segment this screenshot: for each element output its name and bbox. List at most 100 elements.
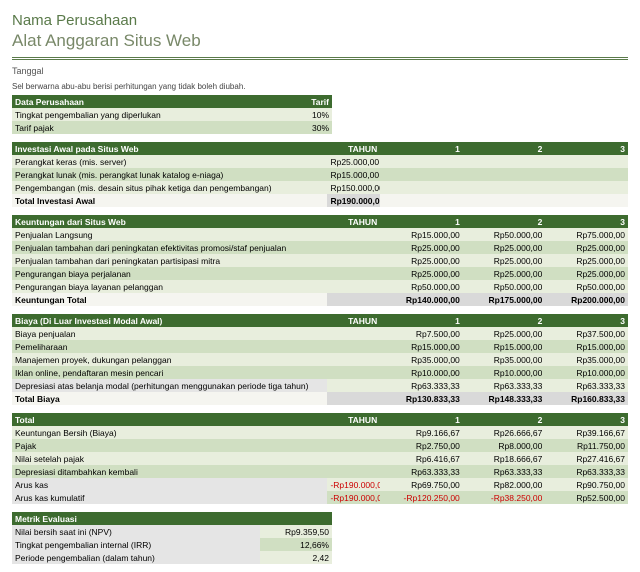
year-col: 1 <box>380 314 463 327</box>
row-label: Tarif pajak <box>12 121 260 134</box>
cell[interactable] <box>327 241 380 254</box>
cell[interactable]: Rp10.000,00 <box>545 366 628 379</box>
row-label: Pemeliharaan <box>12 340 327 353</box>
cell[interactable]: Rp15.000,00 <box>380 340 463 353</box>
total-label: Total Biaya <box>12 392 327 405</box>
benefits-table: Keuntungan dari Situs Web TAHUN 1 2 3 Pe… <box>12 215 628 306</box>
row-value[interactable]: 10% <box>260 108 332 121</box>
year-col: 3 <box>545 142 628 155</box>
metrics-table: Metrik Evaluasi Nilai bersih saat ini (N… <box>12 512 332 564</box>
row-label: Penjualan Langsung <box>12 228 327 241</box>
investment-table: Investasi Awal pada Situs Web TAHUN 1 2 … <box>12 142 628 207</box>
year-col: 2 <box>463 215 546 228</box>
cell[interactable] <box>327 465 380 478</box>
cell[interactable] <box>327 267 380 280</box>
costs-table: Biaya (Di Luar Investasi Modal Awal) TAH… <box>12 314 628 405</box>
cell: Rp90.750,00 <box>545 478 628 491</box>
row-label: Pajak <box>12 439 327 452</box>
cell[interactable] <box>327 426 380 439</box>
row-label: Periode pengembalian (dalam tahun) <box>12 551 260 564</box>
divider <box>12 57 628 60</box>
cell[interactable]: Rp25.000,00 <box>380 254 463 267</box>
row-label: Perangkat keras (mis. server) <box>12 155 327 168</box>
cell[interactable]: Rp2.750,00 <box>380 439 463 452</box>
row-label: Depresiasi atas belanja modal (perhitung… <box>12 379 327 392</box>
cell[interactable]: Rp35.000,00 <box>545 353 628 366</box>
cell[interactable]: Rp8.000,00 <box>463 439 546 452</box>
cell[interactable]: Rp15.000,00 <box>545 340 628 353</box>
cell[interactable]: Rp50.000,00 <box>463 228 546 241</box>
cell[interactable]: Rp63.333,33 <box>463 465 546 478</box>
cell[interactable]: Rp25.000,00 <box>463 254 546 267</box>
total-value: Rp190.000,00 <box>327 194 380 207</box>
cell[interactable]: Rp25.000,00 <box>545 254 628 267</box>
cell[interactable]: Rp18.666,67 <box>463 452 546 465</box>
section-header: Metrik Evaluasi <box>12 512 260 525</box>
cell[interactable]: Rp10.000,00 <box>380 366 463 379</box>
cell[interactable]: Rp39.166,67 <box>545 426 628 439</box>
cell[interactable]: Rp26.666,67 <box>463 426 546 439</box>
row-label: Iklan online, pendaftaran mesin pencari <box>12 366 327 379</box>
cell[interactable] <box>327 439 380 452</box>
row-label: Biaya penjualan <box>12 327 327 340</box>
total-label: Keuntungan Total <box>12 293 327 306</box>
cell[interactable]: Rp25.000,00 <box>380 267 463 280</box>
instruction-note: Sel berwarna abu-abu berisi perhitungan … <box>12 80 628 95</box>
year-header: TAHUN <box>327 215 380 228</box>
cell[interactable]: Rp50.000,00 <box>545 280 628 293</box>
cell[interactable] <box>327 340 380 353</box>
cell[interactable]: Rp11.750,00 <box>545 439 628 452</box>
row-label: Penjualan tambahan dari peningkatan efek… <box>12 241 327 254</box>
total-value: Rp175.000,00 <box>463 293 546 306</box>
row-label: Nilai setelah pajak <box>12 452 327 465</box>
cell[interactable] <box>327 353 380 366</box>
year-col: 1 <box>380 142 463 155</box>
cell[interactable]: Rp25.000,00 <box>463 267 546 280</box>
cell[interactable] <box>327 366 380 379</box>
cell[interactable]: Rp25.000,00 <box>463 241 546 254</box>
year-col: 1 <box>380 215 463 228</box>
cell[interactable]: Rp10.000,00 <box>463 366 546 379</box>
cell[interactable] <box>327 254 380 267</box>
cell[interactable]: Rp35.000,00 <box>463 353 546 366</box>
row-label: Pengurangan biaya perjalanan <box>12 267 327 280</box>
cell <box>327 379 380 392</box>
cell[interactable]: Rp15.000,00 <box>327 168 380 181</box>
cell[interactable]: Rp63.333,33 <box>545 465 628 478</box>
cell[interactable]: Rp7.500,00 <box>380 327 463 340</box>
year-col: 3 <box>545 314 628 327</box>
cell[interactable]: Rp50.000,00 <box>380 280 463 293</box>
cell[interactable] <box>327 452 380 465</box>
cell[interactable]: Rp150.000,00 <box>327 181 380 194</box>
cell[interactable]: Rp63.333,33 <box>380 465 463 478</box>
cell[interactable]: Rp15.000,00 <box>380 228 463 241</box>
total-value: Rp160.833,33 <box>545 392 628 405</box>
row-label: Nilai bersih saat ini (NPV) <box>12 525 260 538</box>
company-data-table: Data PerusahaanTarif Tingkat pengembalia… <box>12 95 332 134</box>
cell[interactable]: Rp50.000,00 <box>463 280 546 293</box>
cell[interactable]: Rp9.166,67 <box>380 426 463 439</box>
cell[interactable]: Rp25.000,00 <box>545 241 628 254</box>
cell[interactable]: Rp25.000,00 <box>380 241 463 254</box>
cell[interactable]: Rp25.000,00 <box>463 327 546 340</box>
cell: Rp63.333,33 <box>463 379 546 392</box>
row-value: Rp9.359,50 <box>260 525 332 538</box>
cell[interactable]: Rp35.000,00 <box>380 353 463 366</box>
year-header: TAHUN <box>327 142 380 155</box>
cell[interactable] <box>327 280 380 293</box>
row-label: Perangkat lunak (mis. perangkat lunak ka… <box>12 168 327 181</box>
cell[interactable]: Rp15.000,00 <box>463 340 546 353</box>
cell[interactable]: Rp75.000,00 <box>545 228 628 241</box>
year-header: TAHUN <box>327 314 380 327</box>
cell[interactable]: Rp27.416,67 <box>545 452 628 465</box>
row-label: Tingkat pengembalian internal (IRR) <box>12 538 260 551</box>
cell[interactable]: Rp25.000,00 <box>545 267 628 280</box>
cell[interactable] <box>327 327 380 340</box>
cell[interactable] <box>327 228 380 241</box>
cell[interactable]: Rp37.500,00 <box>545 327 628 340</box>
row-value[interactable]: 30% <box>260 121 332 134</box>
cell[interactable]: Rp6.416,67 <box>380 452 463 465</box>
cell[interactable]: Rp25.000,00 <box>327 155 380 168</box>
row-label: Pengurangan biaya layanan pelanggan <box>12 280 327 293</box>
cell: Rp63.333,33 <box>545 379 628 392</box>
